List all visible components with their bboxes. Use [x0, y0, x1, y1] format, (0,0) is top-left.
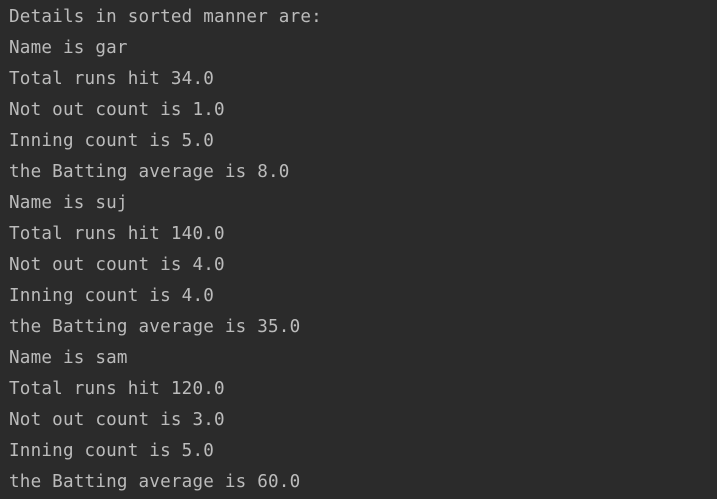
output-line: Not out count is 1.0 [9, 100, 225, 120]
console-output[interactable]: Details in sorted manner are: Name is ga… [0, 0, 717, 499]
output-line: the Batting average is 60.0 [9, 472, 301, 492]
output-line: the Batting average is 35.0 [9, 317, 301, 337]
output-line: Name is suj [9, 193, 128, 213]
output-line: Inning count is 5.0 [9, 131, 215, 151]
output-line: the Batting average is 8.0 [9, 162, 290, 182]
output-line: Name is gar [9, 38, 128, 58]
output-line: Total runs hit 140.0 [9, 224, 225, 244]
output-line: Inning count is 5.0 [9, 441, 215, 461]
output-line: Details in sorted manner are: [9, 7, 322, 27]
output-line: Total runs hit 120.0 [9, 379, 225, 399]
output-line: Name is sam [9, 348, 128, 368]
output-line: Not out count is 4.0 [9, 255, 225, 275]
output-line: Not out count is 3.0 [9, 410, 225, 430]
output-line: Total runs hit 34.0 [9, 69, 215, 89]
output-line: Inning count is 4.0 [9, 286, 215, 306]
